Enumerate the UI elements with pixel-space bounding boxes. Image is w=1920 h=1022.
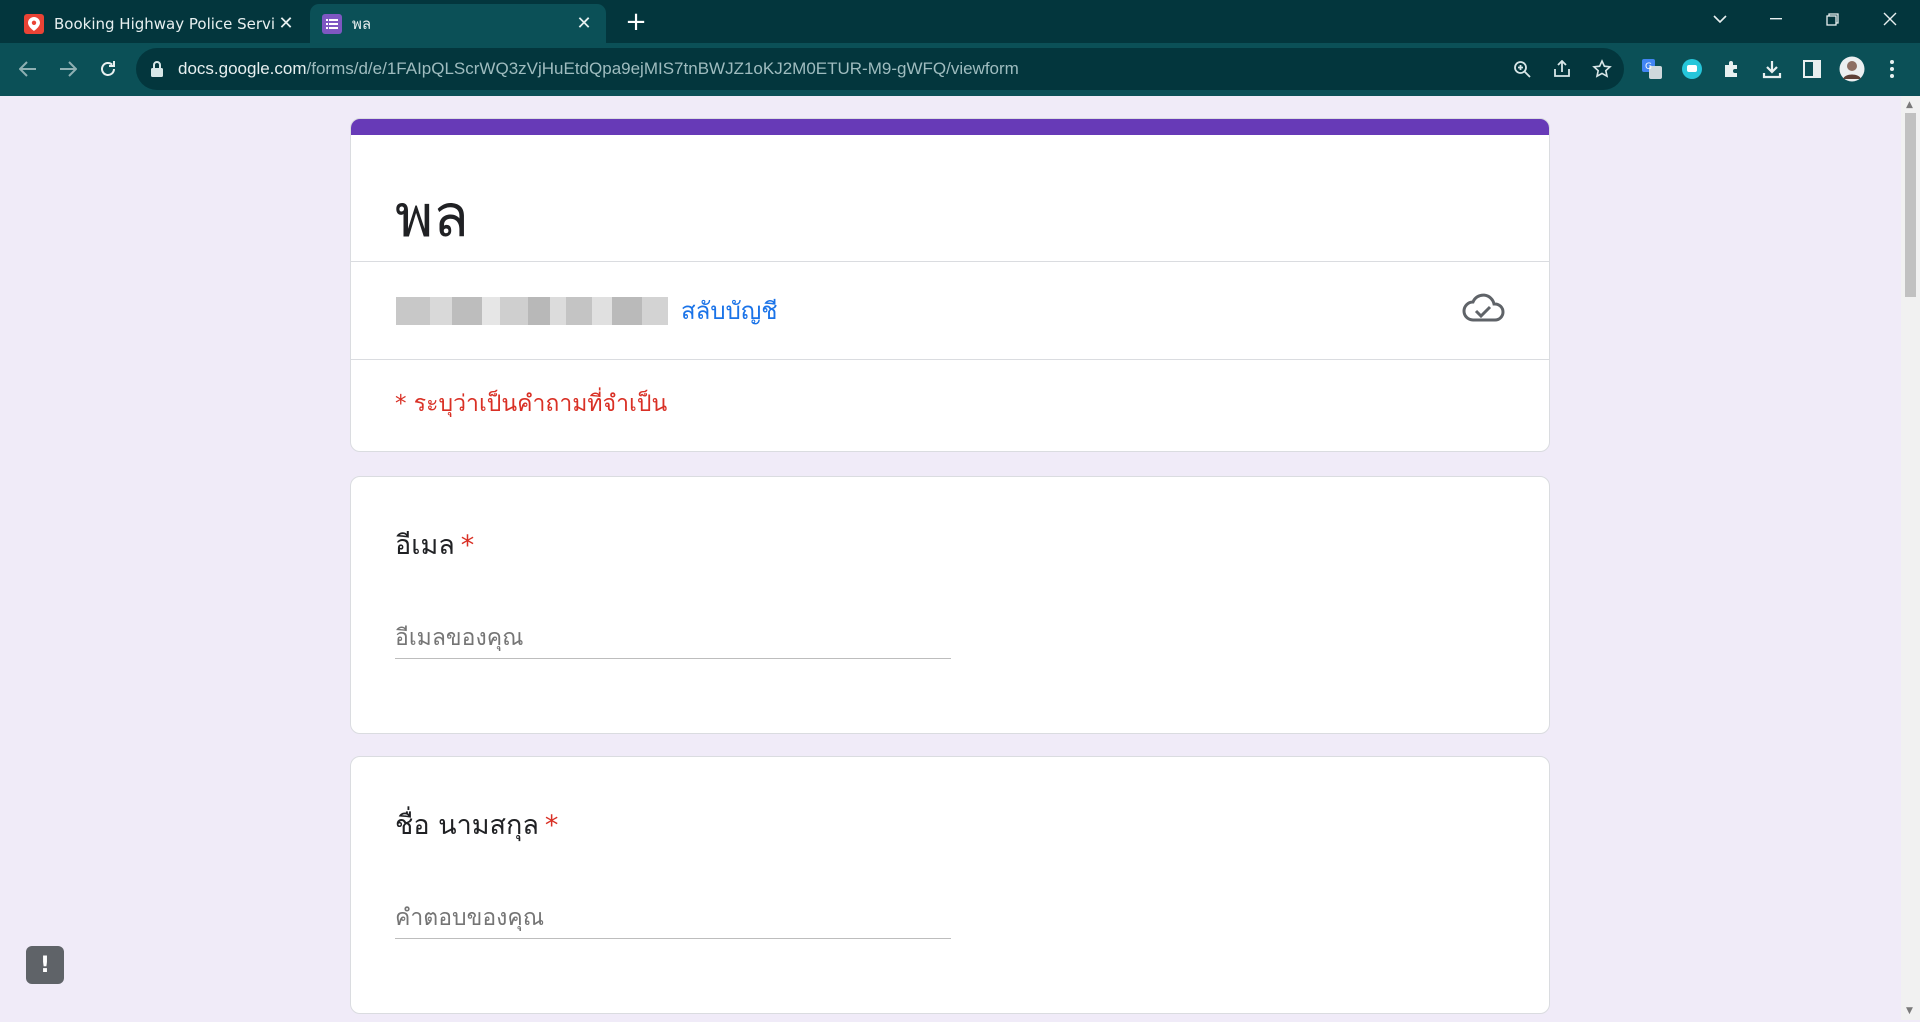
- required-question-note: * ระบุว่าเป็นคำถามที่จำเป็น: [395, 391, 668, 417]
- puzzle-extensions-icon[interactable]: [1718, 55, 1746, 83]
- chat-extension-icon[interactable]: [1678, 55, 1706, 83]
- account-email-blurred: [396, 297, 668, 325]
- reload-icon[interactable]: [92, 53, 124, 85]
- url-host: docs.google.com: [178, 59, 307, 78]
- bookmark-star-icon[interactable]: [1590, 57, 1614, 81]
- fullname-input[interactable]: [395, 897, 951, 939]
- forward-arrow-icon[interactable]: [52, 53, 84, 85]
- new-tab-icon[interactable]: +: [622, 7, 650, 37]
- question-card-fullname: ชื่อ นามสกุล *: [350, 756, 1550, 1014]
- question-text: ชื่อ นามสกุล: [395, 810, 539, 841]
- tab-title: Booking Highway Police Service /: [54, 14, 276, 33]
- back-arrow-icon[interactable]: [12, 53, 44, 85]
- report-glyph: !: [39, 952, 51, 978]
- close-tab-icon[interactable]: ✕: [574, 13, 594, 34]
- map-pin-icon: [24, 13, 44, 34]
- question-label: อีเมล *: [395, 523, 474, 566]
- form-header-card: พล สลับบัญชี * ระบุว่าเป็นคำถามที่จำเป็น: [350, 118, 1550, 452]
- divider: [351, 261, 1549, 262]
- page-scrollbar[interactable]: ▲ ▼: [1901, 96, 1920, 1020]
- required-asterisk: *: [544, 810, 559, 841]
- question-label: ชื่อ นามสกุล *: [395, 803, 558, 846]
- report-icon[interactable]: !: [26, 946, 64, 984]
- browser-toolbar: docs.google.com/forms/d/e/1FAIpQLScrWQ3z…: [0, 43, 1920, 96]
- translate-icon[interactable]: G: [1638, 55, 1666, 83]
- scroll-down-arrow-icon[interactable]: ▼: [1906, 1006, 1913, 1016]
- tab-search-icon[interactable]: [1692, 0, 1748, 38]
- svg-text:G: G: [1645, 62, 1652, 72]
- theme-accent-bar: [351, 119, 1549, 135]
- switch-account-link[interactable]: สลับบัญชี: [681, 291, 778, 330]
- divider: [351, 359, 1549, 360]
- menu-kebab-icon[interactable]: [1878, 55, 1906, 83]
- url-text[interactable]: docs.google.com/forms/d/e/1FAIpQLScrWQ3z…: [178, 59, 1019, 79]
- required-asterisk: *: [460, 530, 475, 561]
- close-window-icon[interactable]: [1862, 0, 1918, 38]
- forms-icon: [322, 13, 342, 34]
- question-text: อีเมล: [395, 530, 455, 561]
- lock-icon[interactable]: [150, 60, 164, 78]
- page-viewport: พล สลับบัญชี * ระบุว่าเป็นคำถามที่จำเป็น…: [0, 96, 1901, 1020]
- tab-strip: Booking Highway Police Service / ✕ พล ✕ …: [0, 0, 1920, 43]
- zoom-icon[interactable]: [1510, 57, 1534, 81]
- restore-icon[interactable]: [1804, 0, 1860, 38]
- tab-booking-highway-police[interactable]: Booking Highway Police Service / ✕: [12, 4, 308, 43]
- side-panel-icon[interactable]: [1798, 55, 1826, 83]
- download-icon[interactable]: [1758, 55, 1786, 83]
- close-tab-icon[interactable]: ✕: [276, 13, 296, 34]
- address-bar[interactable]: docs.google.com/forms/d/e/1FAIpQLScrWQ3z…: [136, 48, 1624, 90]
- scrollbar-thumb[interactable]: [1905, 113, 1916, 297]
- profile-avatar[interactable]: [1838, 55, 1866, 83]
- email-input[interactable]: [395, 617, 951, 659]
- url-path: /forms/d/e/1FAIpQLScrWQ3zVjHuEtdQpa9ejMI…: [306, 59, 1019, 78]
- tab-title: พล: [352, 14, 372, 33]
- share-icon[interactable]: [1550, 57, 1574, 81]
- cloud-saved-icon: [1462, 293, 1505, 322]
- tab-form[interactable]: พล ✕: [310, 4, 606, 43]
- scroll-up-arrow-icon[interactable]: ▲: [1906, 100, 1913, 110]
- minimize-icon[interactable]: [1748, 0, 1804, 38]
- form-title: พล: [395, 182, 469, 250]
- question-card-email: อีเมล *: [350, 476, 1550, 734]
